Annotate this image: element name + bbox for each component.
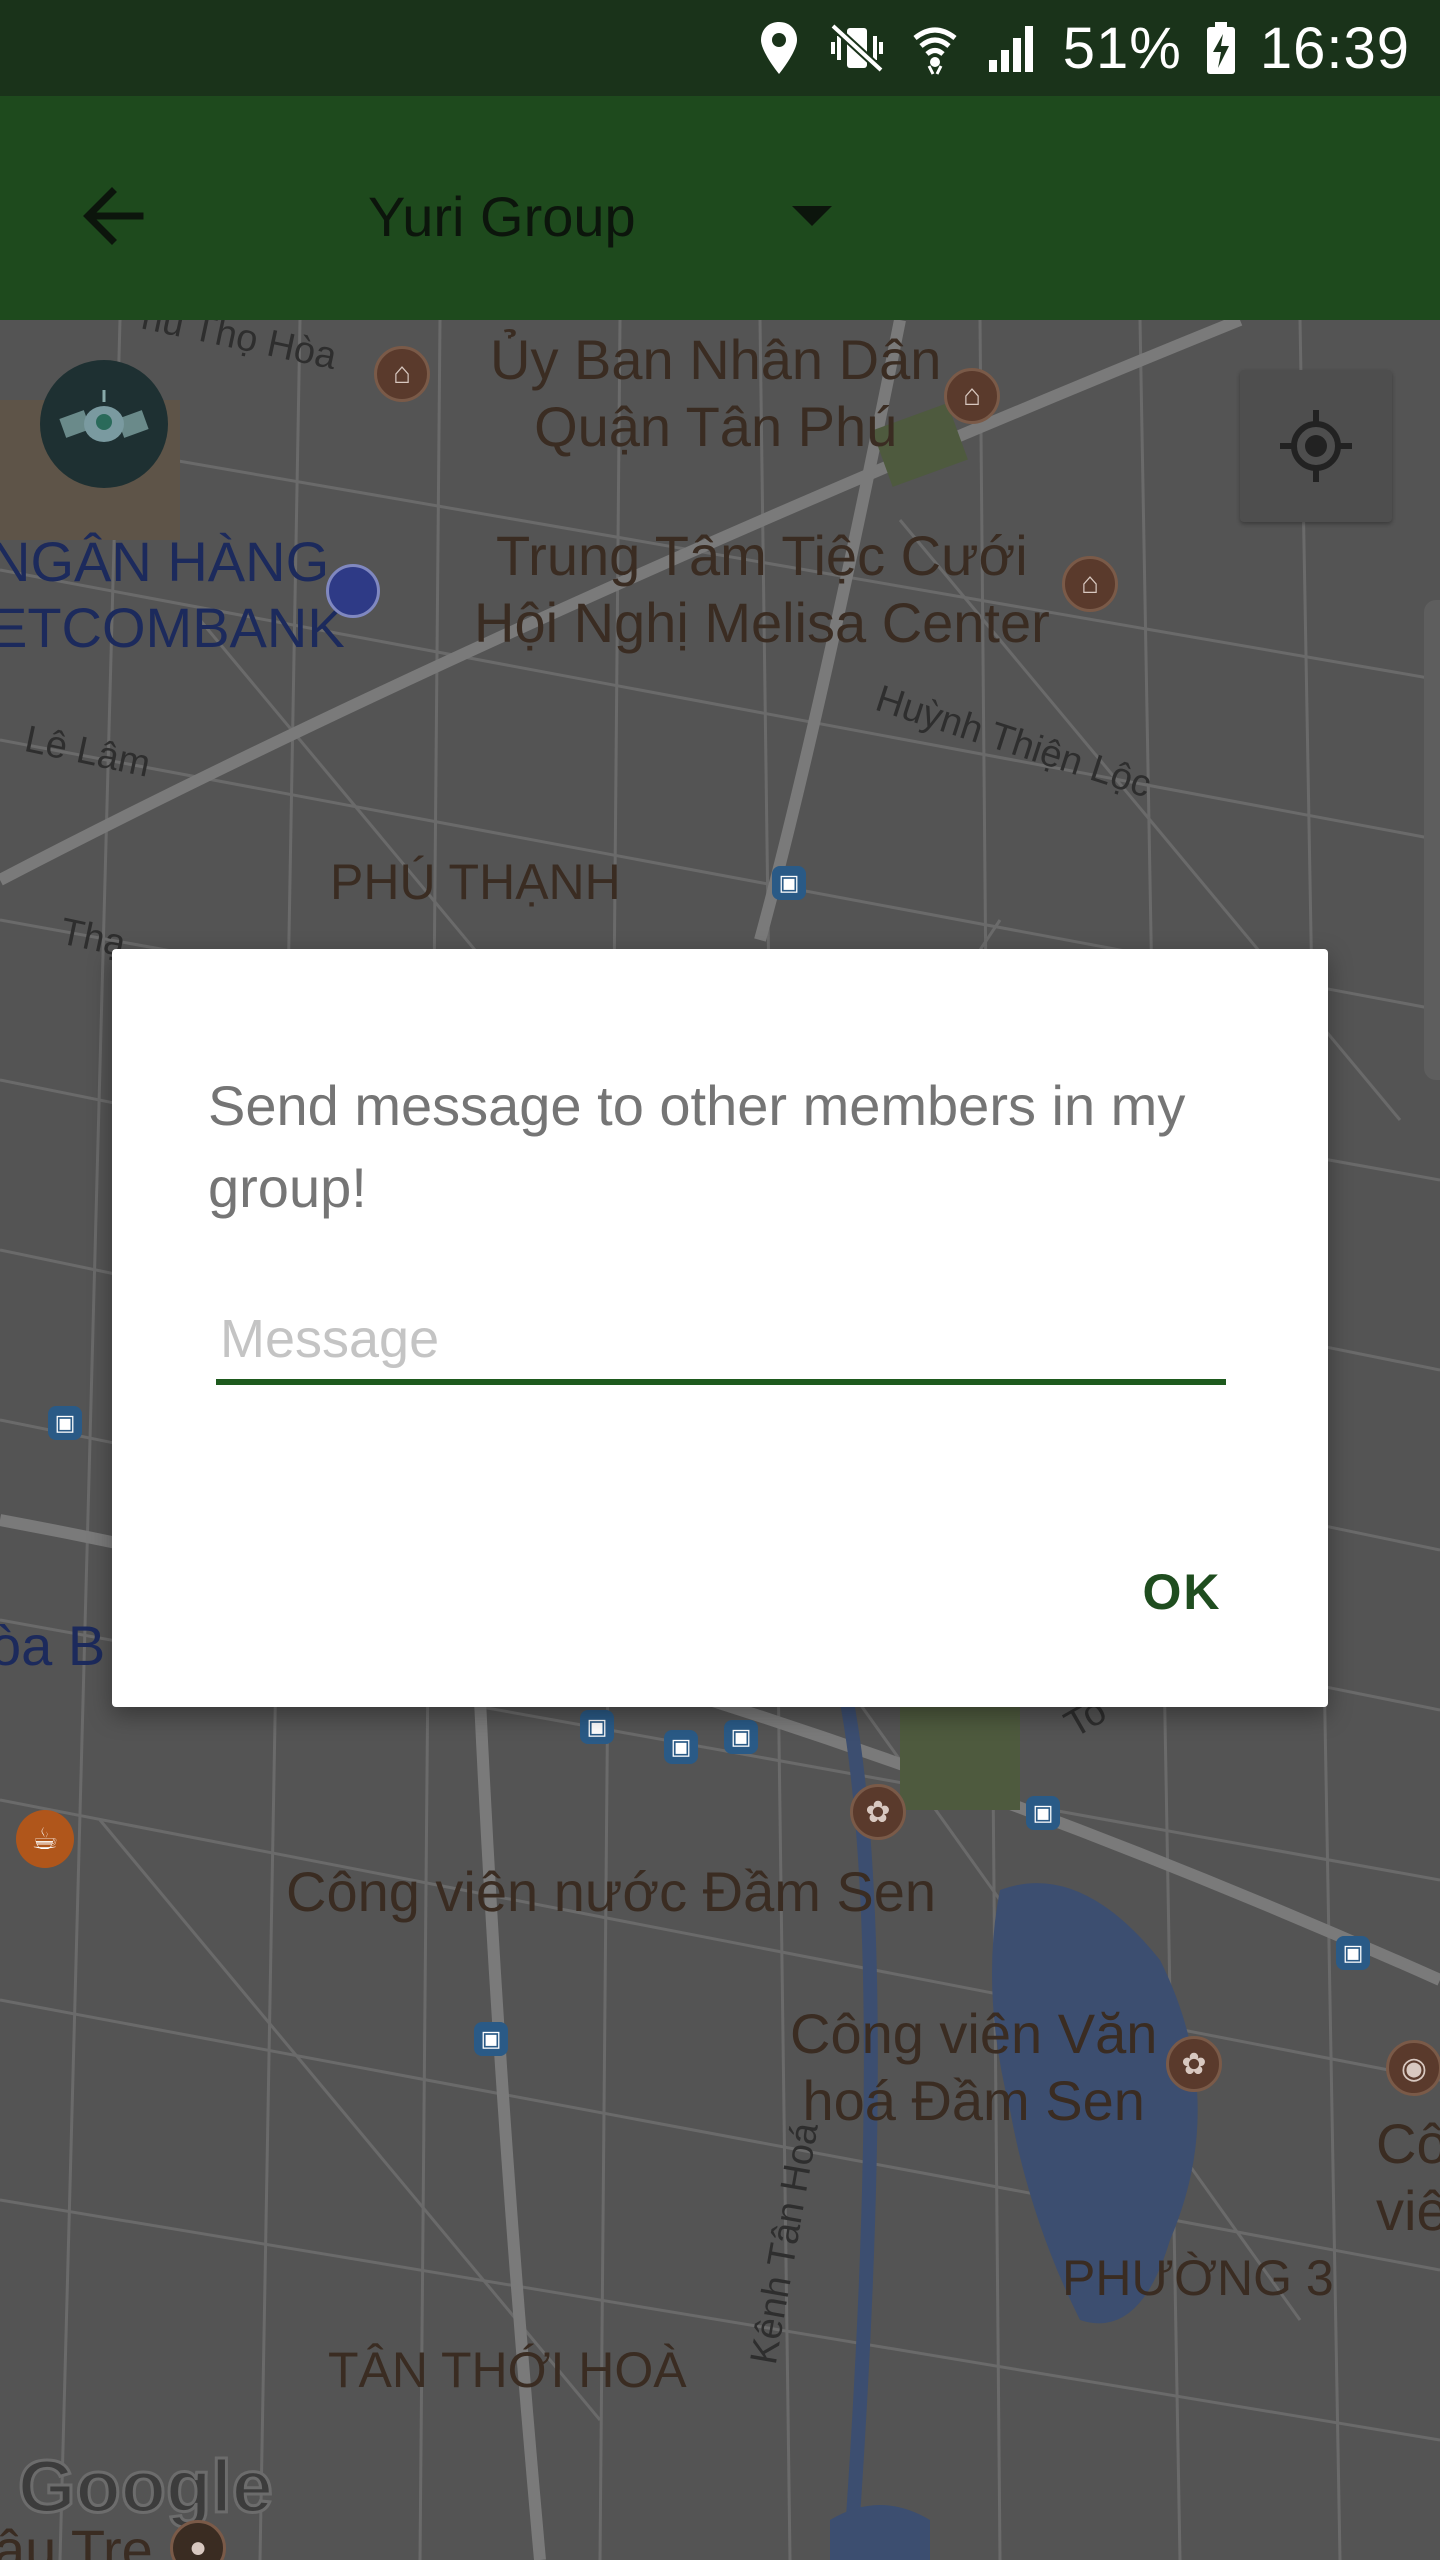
caret-down-icon: [792, 206, 832, 226]
message-input[interactable]: [216, 1299, 1226, 1385]
send-message-dialog: Send message to other members in my grou…: [112, 949, 1328, 1707]
app-bar: Yuri Group: [0, 96, 1440, 320]
wifi-icon: [907, 18, 963, 78]
clock: 16:39: [1259, 15, 1410, 81]
arrow-back-icon: [83, 187, 144, 245]
ok-button[interactable]: OK: [1112, 1537, 1252, 1647]
location-icon: [751, 18, 807, 78]
vibrate-mute-icon: [829, 18, 885, 78]
status-bar: 51% 16:39: [0, 0, 1440, 96]
battery-charging-icon: [1204, 18, 1238, 78]
back-button[interactable]: [64, 166, 164, 266]
dialog-message: Send message to other members in my grou…: [208, 1074, 1186, 1219]
signal-icon: [985, 18, 1041, 78]
group-dropdown[interactable]: Yuri Group: [368, 166, 848, 266]
battery-percent: 51%: [1062, 15, 1182, 81]
group-name: Yuri Group: [368, 184, 636, 248]
